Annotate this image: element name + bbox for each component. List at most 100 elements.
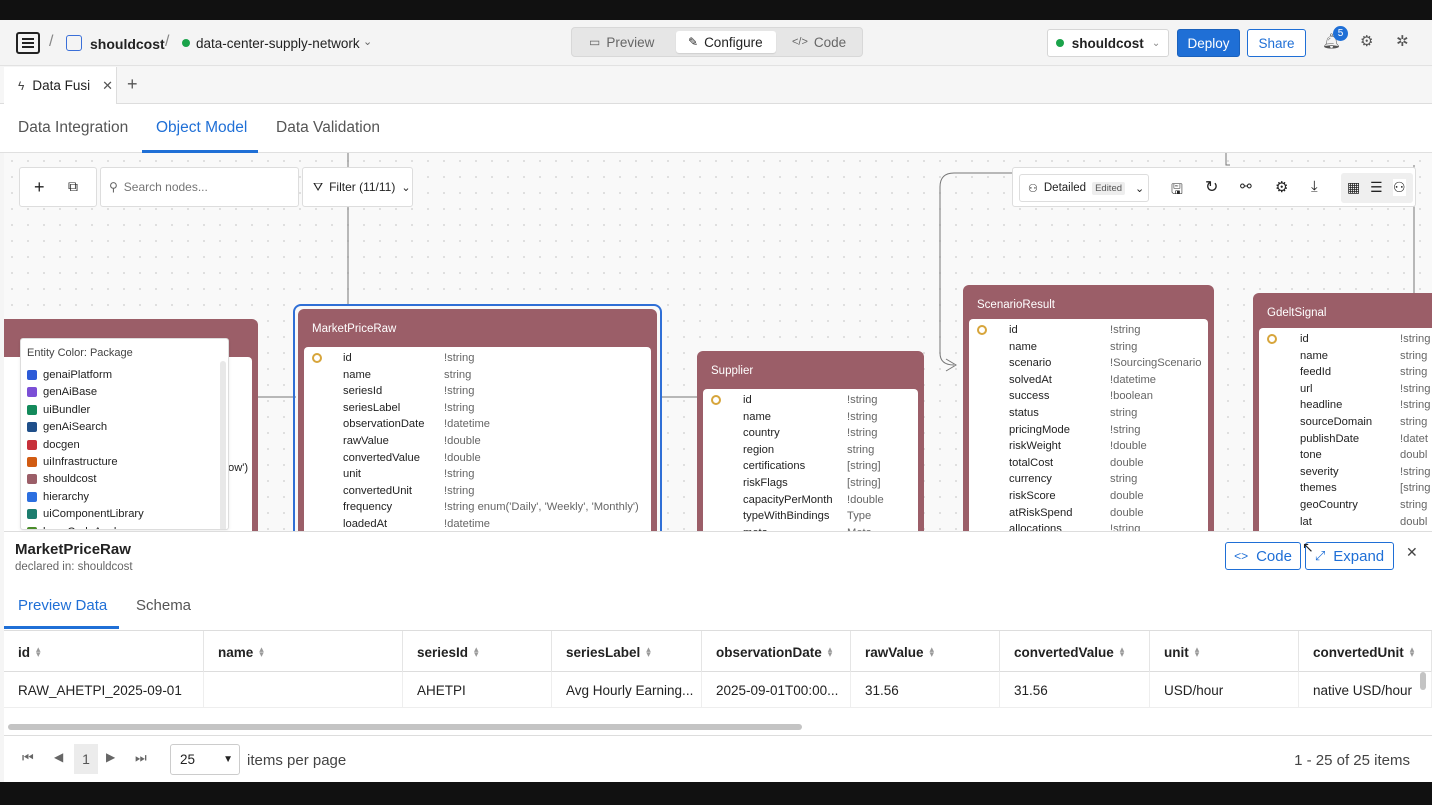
field-name: country xyxy=(743,427,780,440)
sort-icon[interactable]: ▴ ▾ xyxy=(474,645,479,659)
field-type: double xyxy=(1110,506,1144,519)
share-button[interactable]: Share xyxy=(1247,29,1306,57)
sort-icon[interactable]: ▴ ▾ xyxy=(930,645,935,659)
chevron-down-icon: ⌄ xyxy=(1151,37,1161,49)
column-header[interactable]: unit ▴ ▾ xyxy=(1150,631,1299,673)
entity-declared-in: declared in: shouldcost xyxy=(15,561,133,573)
sort-icon[interactable]: ▴ ▾ xyxy=(646,645,651,659)
reset-icon[interactable]: ↻ xyxy=(1205,177,1218,197)
legend-swatch xyxy=(27,491,37,502)
field-name: name xyxy=(1009,340,1037,353)
tab-data-integration[interactable]: Data Integration xyxy=(18,119,128,137)
mode-code-button[interactable]: </> Code xyxy=(780,31,860,53)
settings-icon[interactable]: ⚙ xyxy=(1275,178,1288,196)
tab-data-validation[interactable]: Data Validation xyxy=(276,119,380,137)
graph-view-icon[interactable]: ⚇ xyxy=(1393,179,1406,196)
document-tab[interactable]: ϟ Data Fusi ✕ xyxy=(4,67,117,104)
table-row[interactable]: RAW_AHETPI_2025-09-01 AHETPI Avg Hourly Ea… xyxy=(4,672,1432,708)
entity-node-marketpriceraw[interactable]: MarketPriceRaw id !string name string series… xyxy=(298,309,657,531)
app-menu-icon[interactable] xyxy=(16,32,40,54)
column-header[interactable]: convertedValue ▴ ▾ xyxy=(1000,631,1150,673)
field-name: capacityPerMonth xyxy=(743,493,833,506)
download-icon[interactable]: ⤓ xyxy=(1311,178,1318,195)
expand-button[interactable]: ⤢ Expand xyxy=(1305,542,1394,570)
close-icon[interactable]: ✕ xyxy=(102,78,113,94)
mode-configure-button[interactable]: ✎ Configure xyxy=(676,31,776,53)
column-header[interactable]: observationDate ▴ ▾ xyxy=(702,631,851,673)
node-search: ⚲ xyxy=(100,167,299,207)
chevron-down-icon[interactable]: ⌄ xyxy=(363,35,372,48)
first-page-icon[interactable]: ⏮ xyxy=(22,750,34,766)
code-button[interactable]: <> Code xyxy=(1225,542,1301,570)
next-page-icon[interactable]: ▶ xyxy=(106,750,115,764)
column-header[interactable]: rawValue ▴ ▾ xyxy=(851,631,1000,673)
horizontal-scrollbar[interactable] xyxy=(8,724,802,730)
entity-node-gdeltsignal[interactable]: GdeltSignal id !string name string feedId str… xyxy=(1253,293,1432,531)
legend-label: hierarchy xyxy=(43,490,90,503)
filter-button[interactable]: ⛛ Filter (11/11) ⌄ xyxy=(302,167,413,207)
field-type: string xyxy=(1400,349,1428,362)
sort-icon[interactable]: ▴ ▾ xyxy=(1195,645,1200,659)
prev-page-icon[interactable]: ◀ xyxy=(54,750,63,764)
list-view-icon[interactable]: ☰ xyxy=(1370,179,1383,196)
sort-icon[interactable]: ▴ ▾ xyxy=(1120,645,1125,659)
column-header[interactable]: seriesLabel ▴ ▾ xyxy=(552,631,702,673)
field-type: !string enum('Daily', 'Weekly', 'Monthly… xyxy=(444,501,639,514)
environment-select[interactable]: shouldcost ⌄ xyxy=(1047,29,1169,57)
object-model-canvas[interactable]: + ⧉ ⚲ ⛛ Filter (11/11) ⌄ ⚇ Detailed Edit… xyxy=(4,153,1432,531)
field-type: !double xyxy=(847,493,884,506)
auto-layout-icon[interactable]: ⧉ xyxy=(68,178,78,195)
search-input[interactable] xyxy=(123,180,284,194)
field-type: string xyxy=(847,443,875,456)
field-type: !datet xyxy=(1400,432,1428,445)
document-tab-label: Data Fusi xyxy=(32,78,91,93)
column-header[interactable]: name ▴ ▾ xyxy=(204,631,403,673)
tab-preview-data[interactable]: Preview Data xyxy=(18,597,107,614)
sort-icon[interactable]: ▴ ▾ xyxy=(259,645,264,659)
add-tab-icon[interactable]: + xyxy=(127,74,138,95)
gear-icon[interactable]: ⚙ xyxy=(1360,32,1373,50)
tree-icon[interactable]: ⚯ xyxy=(1240,178,1252,195)
field-name: region xyxy=(743,443,775,456)
last-page-icon[interactable]: ⏭ xyxy=(135,750,147,766)
field-type: !string xyxy=(847,394,878,406)
column-header-label: seriesId xyxy=(417,644,469,660)
column-header[interactable]: id ▴ ▾ xyxy=(4,631,204,673)
sparkle-icon[interactable]: ✲ xyxy=(1396,32,1409,50)
legend-swatch xyxy=(27,457,37,467)
view-mode-select[interactable]: ⚇ Detailed Edited ⌄ xyxy=(1019,174,1149,202)
column-header[interactable]: convertedUnit ▴ ▾ xyxy=(1299,631,1432,673)
primary-key-icon xyxy=(711,395,721,405)
tab-schema[interactable]: Schema xyxy=(136,597,191,614)
breadcrumb-workspace[interactable]: shouldcost xyxy=(90,36,165,52)
field-type: !double xyxy=(444,435,481,447)
grid-view-icon[interactable]: ▦ xyxy=(1347,179,1360,196)
sort-icon[interactable]: ▴ ▾ xyxy=(1410,645,1415,659)
sort-icon[interactable]: ▴ ▾ xyxy=(36,645,41,659)
entity-node-scenarioresult[interactable]: ScenarioResult id !string name string scenar… xyxy=(963,285,1214,531)
entity-node-body: id !string name !string country !string region… xyxy=(703,389,918,531)
tab-object-model[interactable]: Object Model xyxy=(156,119,247,137)
view-mode-label: Detailed xyxy=(1043,182,1087,194)
field-name: certifications xyxy=(743,460,806,473)
page-size-select[interactable]: 25 ▼ xyxy=(170,744,240,775)
mode-preview-button[interactable]: ▭ Preview xyxy=(577,31,675,53)
mode-switcher: ▭ Preview ✎ Configure </> Code xyxy=(571,27,863,57)
breadcrumb-project[interactable]: data-center-supply-network xyxy=(196,36,360,51)
save-icon[interactable]: 🖫︎ xyxy=(1171,179,1183,203)
field-name: allocations xyxy=(1009,523,1062,531)
sort-icon[interactable]: ▴ ▾ xyxy=(828,645,833,659)
vertical-scrollbar[interactable] xyxy=(1420,672,1426,690)
field-name: geoCountry xyxy=(1300,499,1358,511)
current-page[interactable]: 1 xyxy=(74,744,98,774)
close-icon[interactable]: ✕ xyxy=(1406,544,1418,561)
field-type: double xyxy=(1110,490,1144,502)
field-type: !string xyxy=(1400,465,1431,478)
column-header[interactable]: seriesId ▴ ▾ xyxy=(403,631,552,673)
entity-node-supplier[interactable]: Supplier id !string name !string country !str… xyxy=(697,351,924,531)
field-name: feedId xyxy=(1300,366,1332,379)
add-node-icon[interactable]: + xyxy=(34,177,45,198)
legend-swatch xyxy=(27,509,37,520)
deploy-button[interactable]: Deploy xyxy=(1177,29,1240,57)
legend-scrollbar[interactable] xyxy=(220,361,226,529)
